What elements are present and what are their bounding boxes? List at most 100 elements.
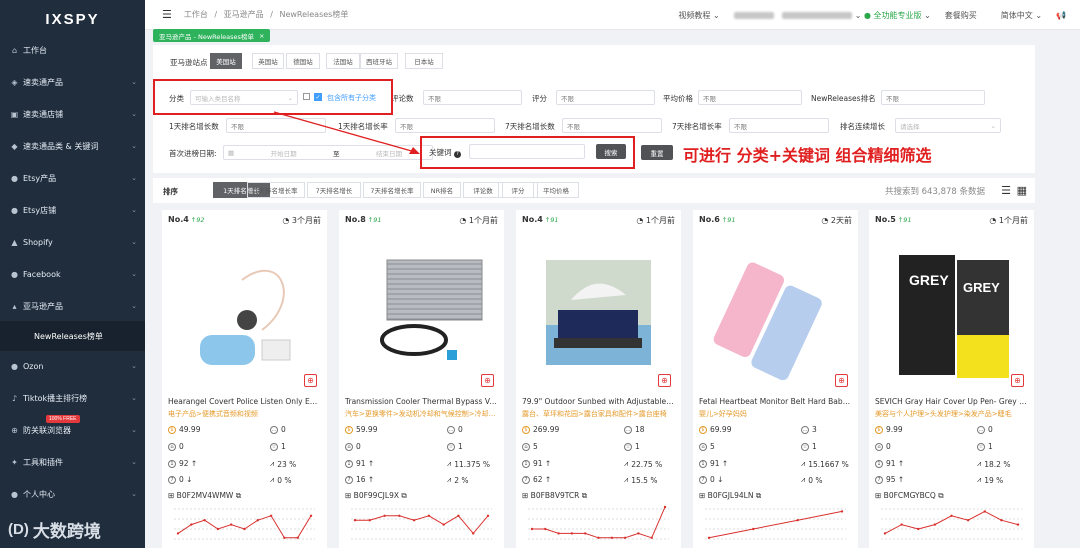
avg-price-label: 平均价格 [663, 94, 693, 103]
site-tab-fr[interactable]: 法国站 [326, 53, 360, 69]
copy-icon[interactable]: ⧉ [401, 491, 406, 500]
sidebar-item-0[interactable]: ⌂ 工作台 [0, 38, 145, 62]
sidebar-item-14[interactable]: ● 个人中心 ⌄ [0, 482, 145, 506]
sidebar-item-13[interactable]: ✦ 工具和插件 ⌄ [0, 450, 145, 474]
site-tab-us[interactable]: 美国站 [210, 53, 242, 69]
asin[interactable]: ⊞ B0FGJL94LN ⧉ [699, 491, 761, 501]
site-tab-uk[interactable]: 英国站 [252, 53, 284, 69]
product-category[interactable]: 美容与个人护理>头发护理>染发产品>睫毛 [875, 409, 1028, 419]
asin[interactable]: ⊞ B0F2MV4WMW ⧉ [168, 491, 241, 501]
grid-view-icon[interactable]: ▦ [1017, 184, 1027, 197]
sidebar-item-1[interactable]: ◈ 速卖通产品 ⌄ [0, 70, 145, 94]
page-tag[interactable]: 亚马逊产品 - NewReleases榜单 × [153, 29, 271, 42]
breadcrumb-home[interactable]: 工作台 [184, 10, 208, 19]
product-title[interactable]: Hearangel Covert Police Listen Only Earp… [168, 397, 321, 406]
product-title[interactable]: Transmission Cooler Thermal Bypass Valve [345, 397, 498, 406]
sort-option-7[interactable]: 平均价格 [533, 182, 579, 198]
zoom-icon[interactable]: ⊕ [658, 374, 671, 387]
buy-plan-link[interactable]: 套餐购买 [945, 10, 977, 21]
zoom-icon[interactable]: ⊕ [1011, 374, 1024, 387]
site-tab-jp[interactable]: 日本站 [405, 53, 443, 69]
site-tab-es[interactable]: 西班牙站 [360, 53, 398, 69]
rank7-growth-input[interactable]: 不限 [562, 118, 662, 133]
product-title[interactable]: 79.9" Outdoor Sunbed with Adjustable Can… [522, 397, 675, 406]
rank-number: No.5 ↑91 [875, 215, 912, 224]
trend-point [216, 527, 220, 531]
tag-close-icon[interactable]: × [259, 32, 264, 40]
menu-toggle-icon[interactable]: ☰ [162, 8, 172, 21]
sidebar-item-7[interactable]: ● Facebook ⌄ [0, 262, 145, 286]
sidebar-item-5[interactable]: ● Etsy店铺 ⌄ [0, 198, 145, 222]
sidebar-item-4[interactable]: ● Etsy产品 ⌄ [0, 166, 145, 190]
product-title[interactable]: SEVICH Gray Hair Cover Up Pen- Grey Hair [875, 397, 1028, 406]
rank-streak-select[interactable]: 请选择 ⌄ [895, 118, 1001, 133]
sidebar-item-9[interactable]: NewReleases榜单 [0, 321, 145, 351]
sidebar-item-11[interactable]: ♪ Tiktok播主排行榜 ⌄ [0, 386, 145, 410]
breadcrumb-amazon[interactable]: 亚马逊产品 [224, 10, 264, 19]
product-category[interactable]: 婴儿>好孕妈妈 [699, 409, 852, 419]
copy-icon[interactable]: ⧉ [582, 491, 587, 500]
site-tab-de[interactable]: 德国站 [286, 53, 320, 69]
product-card[interactable]: No.5 ↑91 ◔ 1个月前 GREY GREY ⊕ SEVICH Gray Hair C… [869, 210, 1034, 548]
product-image[interactable] [182, 240, 307, 380]
product-image[interactable] [359, 240, 484, 380]
zoom-icon[interactable]: ⊕ [835, 374, 848, 387]
product-card[interactable]: No.6 ↑91 ◔ 2天前 ⊕ Fetal Heartbeat Monitor Bel… [693, 210, 858, 548]
sort-option-2[interactable]: 7天排名增长 [307, 182, 361, 198]
day7-icon: 7 [699, 475, 707, 484]
sidebar-item-2[interactable]: ▣ 速卖通店铺 ⌄ [0, 102, 145, 126]
video-tutorial-menu[interactable]: 视频教程 ⌄ [678, 10, 719, 21]
rank-growth: ↑92 [190, 216, 205, 224]
clock-icon: ◔ [821, 216, 831, 225]
product-title[interactable]: Fetal Heartbeat Monitor Belt Hard Baby H… [699, 397, 852, 406]
product-image[interactable]: GREY GREY [889, 240, 1014, 380]
app-logo[interactable]: IXSPY [0, 0, 145, 38]
reviews-input[interactable]: 不限 [423, 90, 522, 105]
asin[interactable]: ⊞ B0FCMGYBCQ ⧉ [875, 491, 944, 501]
product-image[interactable] [536, 240, 661, 380]
product-category[interactable]: 露台、草坪和花园>露台家具和配件>露台座椅 [522, 409, 675, 419]
browser-icon: ⊕ [11, 425, 18, 435]
product-card[interactable]: No.4 ↑91 ◔ 1个月前 ⊕ 79.9" Outdoor Sunbed with … [516, 210, 681, 548]
account-info[interactable]: ⌄ ● 全功能专业版 ⌄ [733, 10, 931, 21]
breadcrumb-sep: / [214, 10, 218, 19]
product-image[interactable] [713, 240, 838, 381]
sort-option-3[interactable]: 7天排名增长率 [363, 182, 421, 198]
rank7-rate-input[interactable]: 不限 [729, 118, 829, 133]
language-select[interactable]: 简体中文 ⌄ [1001, 10, 1042, 21]
asin[interactable]: ⊞ B0F99CJL9X ⧉ [345, 491, 407, 501]
product-card[interactable]: No.8 ↑91 ◔ 1个月前 ⊕ Transmission Cooler Therma… [339, 210, 504, 548]
star-icon: ☆ [624, 442, 632, 451]
copy-icon[interactable]: ⧉ [756, 491, 761, 500]
sidebar-item-3[interactable]: ◆ 速卖通品类 & 关键词 ⌄ [0, 134, 145, 158]
sort-option-5[interactable]: 评论数 [463, 182, 503, 198]
zoom-icon[interactable]: ⊕ [481, 374, 494, 387]
copy-icon[interactable]: ⧉ [236, 491, 241, 500]
listed-time-value: 1个月前 [468, 216, 498, 225]
chevron-down-icon: ⌄ [131, 362, 137, 370]
rating-input[interactable]: 不限 [556, 90, 655, 105]
chevron-down-icon: ⌄ [990, 121, 996, 130]
nr-rank-input[interactable]: 不限 [881, 90, 985, 105]
zoom-icon[interactable]: ⊕ [304, 374, 317, 387]
sidebar-item-10[interactable]: ● Ozon ⌄ [0, 354, 145, 378]
avg-price-input[interactable]: 不限 [698, 90, 802, 105]
sort-option-4[interactable]: NR排名 [423, 182, 461, 198]
user-icon: ● [11, 489, 18, 499]
sidebar-item-8[interactable]: ▴ 亚马逊产品 ⌄ [0, 294, 145, 318]
sidebar-item-6[interactable]: ▲ Shopify ⌄ [0, 230, 145, 254]
breadcrumb: 工作台 / 亚马逊产品 / NewReleases榜单 [184, 9, 352, 20]
trend-icon: ⩘ [977, 475, 982, 484]
sort-option-6[interactable]: 评分 [498, 182, 538, 198]
ratings-stat: ☆ 1 [447, 442, 463, 451]
sort-option-1[interactable]: 1天排名增长率 [247, 182, 305, 198]
asin[interactable]: ⊞ B0FB8V9TCR ⧉ [522, 491, 587, 501]
product-card[interactable]: No.4 ↑92 ◔ 3个月前 ⊕ Hearangel Covert Police Li… [162, 210, 327, 548]
reset-button[interactable]: 重置 [641, 145, 673, 160]
list-view-icon[interactable]: ☰ [1001, 184, 1011, 197]
product-category[interactable]: 汽车>更换零件>发动机冷却和气候控制>冷却系统 [345, 409, 498, 419]
copy-icon[interactable]: ⧉ [938, 491, 943, 500]
sidebar-item-label: Etsy店铺 [23, 205, 57, 215]
notification-icon[interactable]: 📢 [1056, 11, 1066, 20]
product-category[interactable]: 电子产品>便携式音频和视频 [168, 409, 321, 419]
